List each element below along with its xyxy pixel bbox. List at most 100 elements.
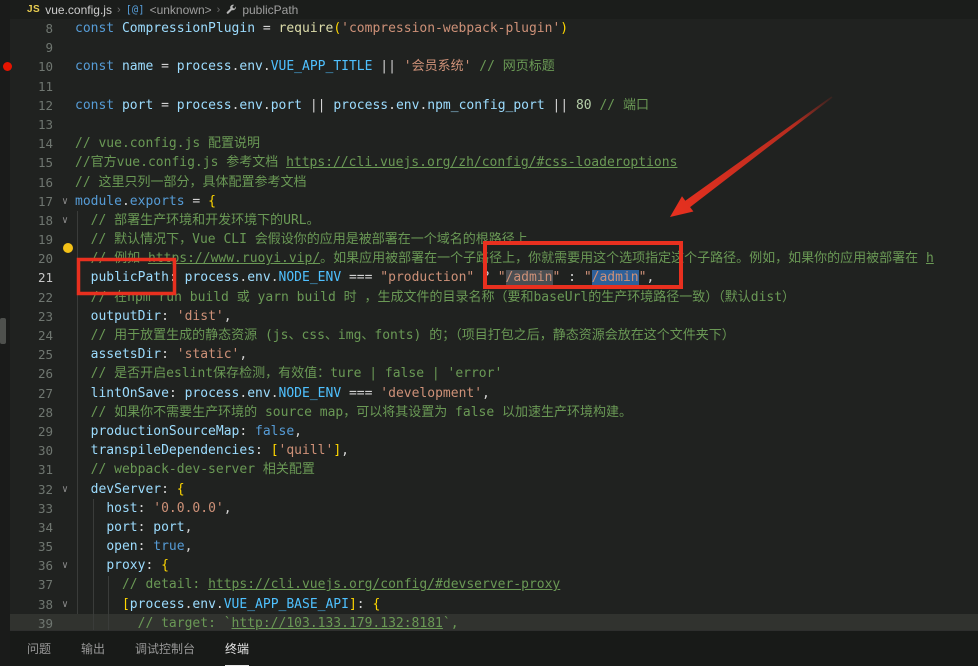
code-line-32[interactable]: 32 ∨ devServer: { <box>10 480 978 499</box>
code-text: // vue.config.js 配置说明 <box>75 136 261 152</box>
code-line-33[interactable]: 33 host: '0.0.0.0', <box>10 499 978 518</box>
breakpoint-icon[interactable] <box>3 62 12 71</box>
line-number[interactable]: 8 <box>10 19 55 38</box>
code-line-38[interactable]: 38 ∨ [process.env.VUE_APP_BASE_API]: { <box>10 595 978 614</box>
code-line-20[interactable]: 20 // 例如 https://www.ruoyi.vip/。如果应用被部署在… <box>10 249 978 268</box>
fold-chevron-icon[interactable]: ∨ <box>55 480 75 499</box>
line-number[interactable]: 16 <box>10 173 55 192</box>
line-number[interactable]: 9 <box>10 38 55 57</box>
bookmark-icon[interactable] <box>63 243 73 253</box>
fold-gutter <box>55 288 75 307</box>
line-number[interactable]: 36 <box>10 556 55 575</box>
line-number[interactable]: 22 <box>10 288 55 307</box>
indent-guide <box>77 211 78 614</box>
code-text: // 如果你不需要生产环境的 source map，可以将其设置为 false … <box>90 404 633 420</box>
line-number[interactable]: 25 <box>10 345 55 364</box>
code-line-24[interactable]: 24 // 用于放置生成的静态资源 (js、css、img、fonts) 的；（… <box>10 326 978 345</box>
panel-tab-terminal[interactable]: 终端 <box>225 631 250 666</box>
code-line-35[interactable]: 35 open: true, <box>10 537 978 556</box>
code-line-13[interactable]: 13 <box>10 115 978 134</box>
code-line-22[interactable]: 22 // 在npm run build 或 yarn build 时 ，生成文… <box>10 288 978 307</box>
line-number[interactable]: 38 <box>10 595 55 614</box>
line-number[interactable]: 13 <box>10 115 55 134</box>
fold-gutter <box>55 57 75 76</box>
breadcrumb-symbol[interactable]: publicPath <box>242 3 298 17</box>
code-editor[interactable]: 8 const CompressionPlugin = require('comp… <box>10 19 978 634</box>
fold-chevron-icon[interactable]: ∨ <box>55 192 75 211</box>
code-text: // 例如 https://www.ruoyi.vip/。如果应用被部署在一个子… <box>90 251 934 267</box>
code-line-28[interactable]: 28 // 如果你不需要生产环境的 source map，可以将其设置为 fal… <box>10 403 978 422</box>
line-number[interactable]: 23 <box>10 307 55 326</box>
code-text: // 在npm run build 或 yarn build 时 ，生成文件的目… <box>90 289 796 305</box>
panel-tab-problems[interactable]: 问题 <box>27 631 51 666</box>
code-line-21[interactable]: 21 publicPath: process.env.NODE_ENV === … <box>10 268 978 287</box>
line-number[interactable]: 15 <box>10 153 55 172</box>
breadcrumb-symbol-container[interactable]: <unknown> <box>150 3 212 17</box>
fold-gutter <box>55 460 75 479</box>
fold-gutter <box>55 268 75 287</box>
fold-gutter <box>55 19 75 38</box>
line-number[interactable]: 12 <box>10 96 55 115</box>
code-text: // webpack-dev-server 相关配置 <box>90 462 315 478</box>
line-number[interactable]: 27 <box>10 384 55 403</box>
code-text: // 默认情况下，Vue CLI 会假设你的应用是被部署在一个域名的根路径上 <box>90 232 528 248</box>
breadcrumb-file[interactable]: vue.config.js <box>45 3 112 17</box>
code-line-12[interactable]: 12 const port = process.env.port || proce… <box>10 96 978 115</box>
code-line-8[interactable]: 8 const CompressionPlugin = require('comp… <box>10 19 978 38</box>
fold-gutter <box>55 364 75 383</box>
fold-gutter <box>55 134 75 153</box>
code-line-30[interactable]: 30 transpileDependencies: ['quill'], <box>10 441 978 460</box>
code-line-14[interactable]: 14 // vue.config.js 配置说明 <box>10 134 978 153</box>
code-line-11[interactable]: 11 <box>10 77 978 96</box>
code-line-27[interactable]: 27 lintOnSave: process.env.NODE_ENV === … <box>10 384 978 403</box>
line-number[interactable]: 10 <box>10 57 55 76</box>
panel-tab-debug-console[interactable]: 调试控制台 <box>135 631 195 666</box>
line-number[interactable]: 30 <box>10 441 55 460</box>
line-number[interactable]: 32 <box>10 480 55 499</box>
code-line-9[interactable]: 9 <box>10 38 978 57</box>
bottom-panel: 问题 输出 调试控制台 终端 <box>10 630 978 666</box>
fold-chevron-icon[interactable]: ∨ <box>55 595 75 614</box>
fold-chevron-icon[interactable]: ∨ <box>55 556 75 575</box>
indent-guide <box>108 576 109 630</box>
code-line-34[interactable]: 34 port: port, <box>10 518 978 537</box>
line-number[interactable]: 21 <box>10 268 55 287</box>
code-line-17[interactable]: 17 ∨ module.exports = { <box>10 192 978 211</box>
code-line-31[interactable]: 31 // webpack-dev-server 相关配置 <box>10 460 978 479</box>
panel-tab-output[interactable]: 输出 <box>81 631 105 666</box>
line-number[interactable]: 31 <box>10 460 55 479</box>
code-line-36[interactable]: 36 ∨ proxy: { <box>10 556 978 575</box>
fold-gutter <box>55 384 75 403</box>
line-number[interactable]: 29 <box>10 422 55 441</box>
fold-gutter <box>55 38 75 57</box>
code-line-18[interactable]: 18 ∨ // 部署生产环境和开发环境下的URL。 <box>10 211 978 230</box>
line-number[interactable]: 28 <box>10 403 55 422</box>
line-number[interactable]: 26 <box>10 364 55 383</box>
code-line-10[interactable]: 10 const name = process.env.VUE_APP_TITLE… <box>10 57 978 76</box>
line-number[interactable]: 24 <box>10 326 55 345</box>
line-number[interactable]: 18 <box>10 211 55 230</box>
fold-chevron-icon[interactable]: ∨ <box>55 211 75 230</box>
fold-gutter <box>55 403 75 422</box>
line-number[interactable]: 14 <box>10 134 55 153</box>
code-line-15[interactable]: 15 //官方vue.config.js 参考文档 https://cli.vue… <box>10 153 978 172</box>
line-number[interactable]: 37 <box>10 575 55 594</box>
code-text: [process.env.VUE_APP_BASE_API]: { <box>121 596 381 612</box>
line-number[interactable]: 35 <box>10 537 55 556</box>
line-number[interactable]: 19 <box>10 230 55 249</box>
line-number[interactable]: 17 <box>10 192 55 211</box>
line-number[interactable]: 11 <box>10 77 55 96</box>
code-line-37[interactable]: 37 // detail: https://cli.vuejs.org/conf… <box>10 575 978 594</box>
code-line-19[interactable]: 19 // 默认情况下，Vue CLI 会假设你的应用是被部署在一个域名的根路径… <box>10 230 978 249</box>
fold-gutter <box>55 575 75 594</box>
code-line-16[interactable]: 16 // 这里只列一部分，具体配置参考文档 <box>10 173 978 192</box>
code-line-26[interactable]: 26 // 是否开启eslint保存检测，有效值：ture | false | … <box>10 364 978 383</box>
line-number[interactable]: 20 <box>10 249 55 268</box>
line-number[interactable]: 34 <box>10 518 55 537</box>
code-line-25[interactable]: 25 assetsDir: 'static', <box>10 345 978 364</box>
code-line-23[interactable]: 23 outputDir: 'dist', <box>10 307 978 326</box>
fold-gutter <box>55 96 75 115</box>
code-line-29[interactable]: 29 productionSourceMap: false, <box>10 422 978 441</box>
scroll-decoration[interactable] <box>0 318 6 344</box>
line-number[interactable]: 33 <box>10 499 55 518</box>
